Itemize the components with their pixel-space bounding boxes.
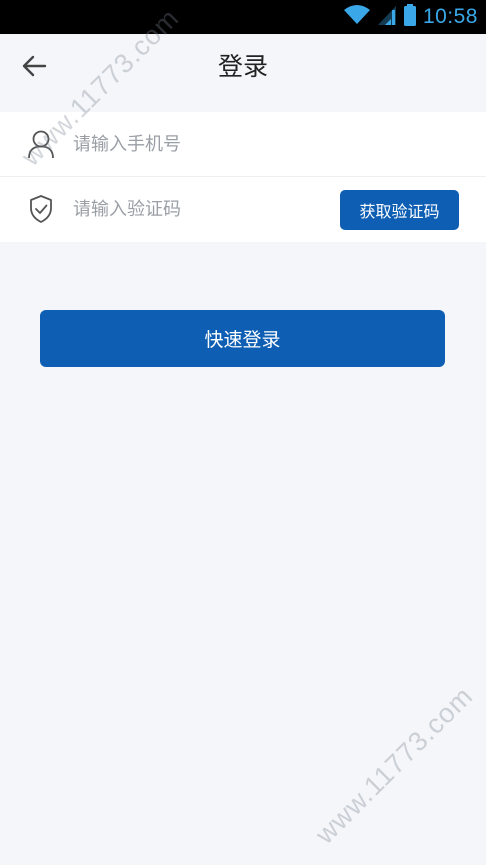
code-row: 获取验证码 (0, 177, 486, 242)
verification-code-input[interactable] (73, 177, 323, 242)
login-form: 获取验证码 (0, 112, 486, 242)
status-time: 10:58 (422, 5, 478, 28)
phone-input[interactable] (73, 112, 323, 177)
quick-login-button[interactable]: 快速登录 (40, 310, 445, 367)
wifi-icon (343, 4, 371, 30)
battery-icon (403, 4, 417, 30)
get-code-button[interactable]: 获取验证码 (340, 190, 459, 230)
user-icon (27, 129, 55, 159)
status-icons: 10:58 (343, 0, 478, 34)
shield-check-icon (27, 194, 55, 224)
page-title: 登录 (217, 52, 268, 81)
status-bar: 10:58 (0, 0, 486, 34)
cellular-signal-icon (377, 4, 397, 30)
app-header: 登录 (0, 34, 486, 112)
watermark: www.11773.com (309, 680, 479, 850)
phone-row (0, 112, 486, 177)
